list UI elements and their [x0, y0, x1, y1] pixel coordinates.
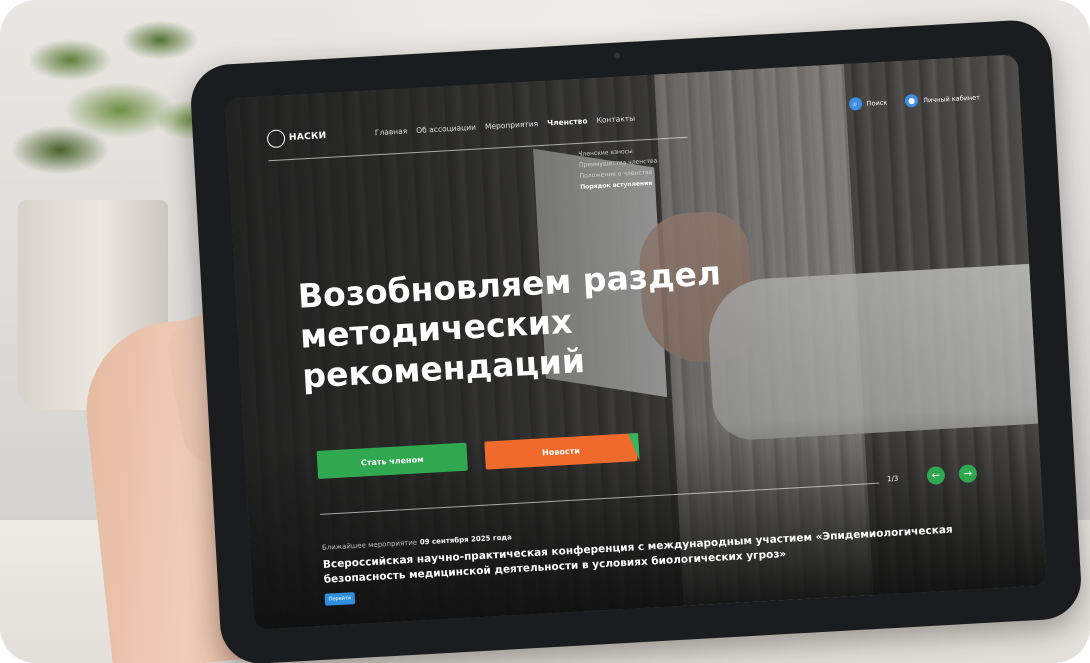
website-screen: НАСКИ Главная Об ассоциации Мероприятия …	[224, 54, 1048, 630]
hero-title: Возобновляем раздел методических рекомен…	[296, 253, 722, 396]
dropdown-item-regulation[interactable]: Положение о членстве	[579, 169, 658, 180]
nav-item-membership[interactable]: Членство	[547, 116, 588, 127]
dropdown-item-benefits[interactable]: Преимущества членства	[579, 158, 658, 169]
slide-counter: 1/3	[886, 474, 899, 484]
nav-item-about[interactable]: Об ассоциации	[416, 123, 476, 135]
arrow-left-icon: ←	[931, 469, 941, 482]
news-button-accent	[628, 433, 640, 462]
tablet-camera	[613, 52, 621, 59]
background-photo: НАСКИ Главная Об ассоциации Мероприятия …	[0, 0, 1090, 663]
header-actions: ⌕ Поиск ● Личный кабинет	[848, 90, 981, 111]
logo-emblem-icon	[266, 129, 286, 149]
search-icon: ⌕	[848, 97, 862, 111]
search-label: Поиск	[866, 98, 888, 108]
arrow-right-icon: →	[963, 467, 973, 480]
account-label: Личный кабинет	[922, 92, 981, 105]
site-logo[interactable]: НАСКИ	[266, 127, 327, 149]
logo-text: НАСКИ	[288, 130, 327, 144]
main-nav: Главная Об ассоциации Мероприятия Членст…	[375, 114, 636, 138]
nav-item-events[interactable]: Мероприятия	[485, 119, 539, 131]
nav-item-home[interactable]: Главная	[375, 126, 408, 137]
membership-dropdown: Членские взносы Преимущества членства По…	[578, 147, 658, 191]
user-icon: ●	[904, 93, 919, 108]
go-button[interactable]: Перейти	[324, 592, 356, 606]
tablet-device: НАСКИ Главная Об ассоциации Мероприятия …	[188, 18, 1084, 663]
account-button[interactable]: ● Личный кабинет	[904, 90, 981, 108]
nav-item-contacts[interactable]: Контакты	[596, 114, 635, 125]
search-button[interactable]: ⌕ Поиск	[848, 96, 887, 111]
